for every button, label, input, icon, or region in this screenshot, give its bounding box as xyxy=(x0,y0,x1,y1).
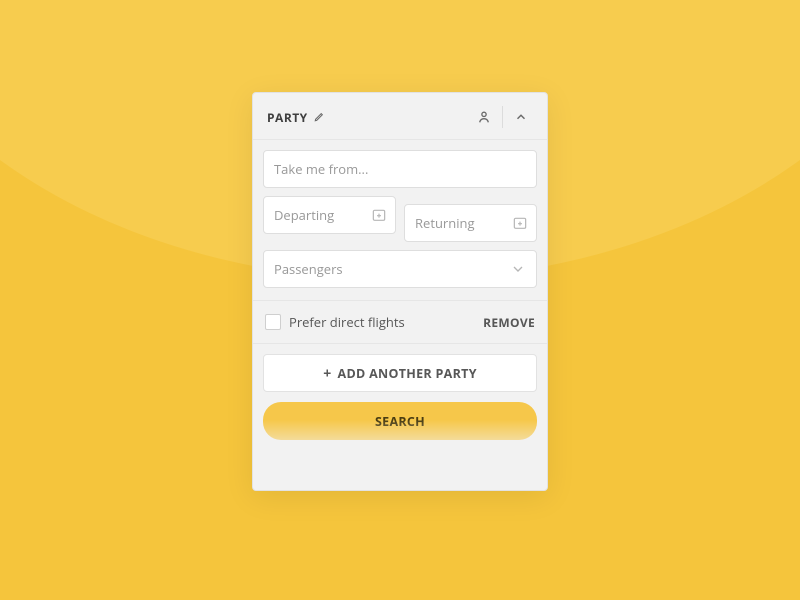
returning-input[interactable]: Returning xyxy=(404,204,537,242)
direct-flights-checkbox[interactable] xyxy=(265,314,281,330)
party-title: PARTY xyxy=(267,109,308,126)
collapse-icon[interactable] xyxy=(507,105,535,129)
from-input[interactable]: Take me from... xyxy=(263,150,537,188)
direct-flights-label: Prefer direct flights xyxy=(289,313,405,331)
person-icon[interactable] xyxy=(470,105,498,129)
app-background: PARTY Take me from.. xyxy=(0,0,800,600)
plus-icon: + xyxy=(323,364,331,383)
passengers-label: Passengers xyxy=(274,260,510,278)
calendar-add-icon xyxy=(512,215,528,231)
calendar-add-icon xyxy=(371,207,387,223)
edit-icon[interactable] xyxy=(314,112,324,122)
fields-section: Take me from... Departing Returning xyxy=(253,140,547,301)
add-party-label: ADD ANOTHER PARTY xyxy=(338,365,477,382)
add-party-button[interactable]: + ADD ANOTHER PARTY xyxy=(263,354,537,392)
departing-label: Departing xyxy=(274,206,371,224)
card-header: PARTY xyxy=(253,93,547,140)
departing-input[interactable]: Departing xyxy=(263,196,396,234)
from-placeholder: Take me from... xyxy=(274,160,526,178)
search-button[interactable]: SEARCH xyxy=(263,402,537,440)
search-card: PARTY Take me from.. xyxy=(252,92,548,491)
returning-label: Returning xyxy=(415,214,512,232)
header-divider xyxy=(502,106,503,128)
chevron-down-icon xyxy=(510,261,526,277)
search-label: SEARCH xyxy=(375,413,425,430)
options-row: Prefer direct flights REMOVE xyxy=(253,301,547,344)
remove-button[interactable]: REMOVE xyxy=(483,314,535,331)
passengers-select[interactable]: Passengers xyxy=(263,250,537,288)
